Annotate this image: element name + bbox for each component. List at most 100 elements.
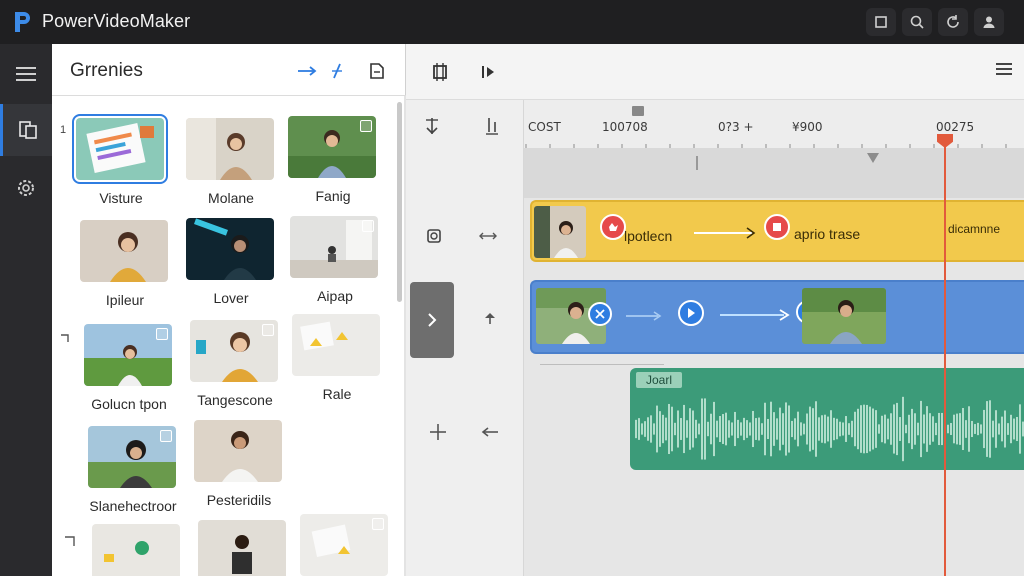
close-marker-icon[interactable] [588, 302, 612, 326]
ruler-label: 0?3 + [718, 120, 754, 134]
media-item[interactable]: Slanehectroor [88, 426, 184, 514]
user-icon[interactable] [974, 8, 1004, 36]
timeline-header [524, 44, 1024, 100]
clip-thumbnail[interactable] [802, 288, 886, 344]
trim-icon[interactable] [480, 114, 504, 138]
transition-arrow-icon [720, 309, 790, 321]
media-item[interactable]: Molane [186, 118, 282, 206]
media-item[interactable]: Aipap [290, 216, 386, 304]
playhead[interactable] [944, 140, 946, 576]
left-rail [0, 44, 52, 576]
expand-horizontal-icon[interactable] [476, 224, 500, 248]
ruler-label: COST [528, 120, 561, 134]
media-item-label: Rale [322, 386, 352, 402]
chevron-right-icon [428, 313, 437, 327]
clip-label: lpotlecn [624, 228, 673, 244]
media-thumbnail [194, 420, 282, 482]
in-point-marker[interactable] [632, 106, 644, 116]
video-track-yellow[interactable]: lpotlecn aprio trase dicamnne [530, 200, 1024, 262]
media-item-label: Tangescone [197, 392, 273, 408]
video-track-blue[interactable] [530, 280, 1024, 354]
media-scrollbar[interactable] [397, 102, 402, 302]
ruler-label: 100708 [602, 120, 648, 134]
crop-frame-icon[interactable] [428, 60, 452, 84]
audio-waveform [635, 396, 1024, 462]
play-to-end-icon[interactable] [476, 60, 500, 84]
row-marker: 1 [60, 124, 67, 136]
media-item[interactable]: Fanig [288, 116, 384, 204]
media-item[interactable] [300, 514, 396, 576]
media-item-label: Fanig [315, 188, 351, 204]
media-item[interactable] [92, 524, 188, 576]
media-thumbnail [92, 524, 180, 576]
menu-icon[interactable] [0, 48, 52, 100]
media-item[interactable] [198, 520, 294, 576]
import-file-icon[interactable] [366, 60, 388, 82]
media-item[interactable]: Golucn tpon [84, 324, 180, 412]
play-marker-icon[interactable] [678, 300, 704, 326]
add-track-icon[interactable] [426, 420, 450, 444]
media-item-label: Slanehectroor [89, 498, 177, 514]
audio-track-label: Joarl [636, 372, 683, 388]
clip-label: aprio trase [794, 226, 861, 242]
media-item[interactable]: Tangescone [190, 320, 286, 408]
timeline-zone [524, 148, 1024, 198]
media-item[interactable]: Pesteridils [194, 420, 290, 508]
media-item-label: Golucn tpon [91, 396, 167, 412]
select-checkbox[interactable] [362, 220, 374, 232]
media-item[interactable]: Ipileur [80, 220, 176, 308]
collapse-toggle-button[interactable] [410, 282, 454, 358]
ruler-label: ¥900 [792, 120, 823, 134]
media-thumbnail [80, 220, 168, 282]
media-item-label: Aipap [317, 288, 353, 304]
media-thumbnail [88, 426, 176, 488]
media-item[interactable]: Visture [72, 114, 172, 206]
gear-track-icon[interactable] [422, 224, 446, 248]
app-logo-icon [15, 12, 30, 32]
clip-thumbnail[interactable] [534, 206, 586, 258]
media-thumbnail [288, 116, 376, 178]
media-thumbnail [198, 520, 286, 576]
track-split-icon[interactable] [420, 114, 444, 138]
media-thumbnail [186, 218, 274, 280]
select-checkbox[interactable] [156, 328, 168, 340]
select-checkbox[interactable] [372, 518, 384, 530]
arrow-left-icon[interactable] [478, 420, 502, 444]
media-thumbnail [292, 314, 380, 376]
select-checkbox[interactable] [160, 430, 172, 442]
media-panel: Grrenies 1 Visture Molane Fanig Ipileur … [52, 44, 406, 576]
marker-down-icon[interactable] [866, 152, 880, 164]
ruler-label: 00275 [936, 120, 975, 134]
effect-marker-icon[interactable] [600, 214, 626, 240]
app-title: PowerVideoMaker [42, 11, 191, 31]
audio-track[interactable]: Joarl [630, 368, 1024, 470]
media-thumbnail [72, 114, 168, 184]
arrow-up-icon[interactable] [478, 306, 502, 330]
tools-header [406, 44, 524, 100]
refresh-icon[interactable] [938, 8, 968, 36]
media-panel-title: Grrenies [70, 60, 143, 81]
media-item-label: Ipileur [105, 292, 145, 308]
media-item-label: Visture [99, 190, 143, 206]
media-item[interactable]: Lover [186, 218, 282, 306]
media-item-label: Lover [213, 290, 249, 306]
menu-icon[interactable] [994, 60, 1014, 83]
select-checkbox[interactable] [262, 324, 274, 336]
crop-icon[interactable] [866, 8, 896, 36]
settings-icon[interactable] [0, 162, 52, 214]
timeline-panel: COST 100708 0?3 + ¥900 00275 lpotlecn ap… [524, 44, 1024, 576]
media-item[interactable]: Rale [292, 314, 388, 402]
select-checkbox[interactable] [360, 120, 372, 132]
title-bar: PowerVideoMaker [0, 0, 1024, 44]
media-thumbnail [300, 514, 388, 576]
zoom-icon[interactable] [902, 8, 932, 36]
media-thumbnail [186, 118, 274, 180]
split-icon[interactable] [326, 60, 348, 82]
media-thumbnail [190, 320, 278, 382]
library-icon[interactable] [0, 104, 52, 156]
transition-arrow-icon [694, 227, 756, 239]
stop-marker-icon[interactable] [764, 214, 790, 240]
arrow-right-icon[interactable] [296, 60, 318, 82]
media-item-label: Molane [208, 190, 254, 206]
media-panel-header: Grrenies [52, 44, 406, 96]
